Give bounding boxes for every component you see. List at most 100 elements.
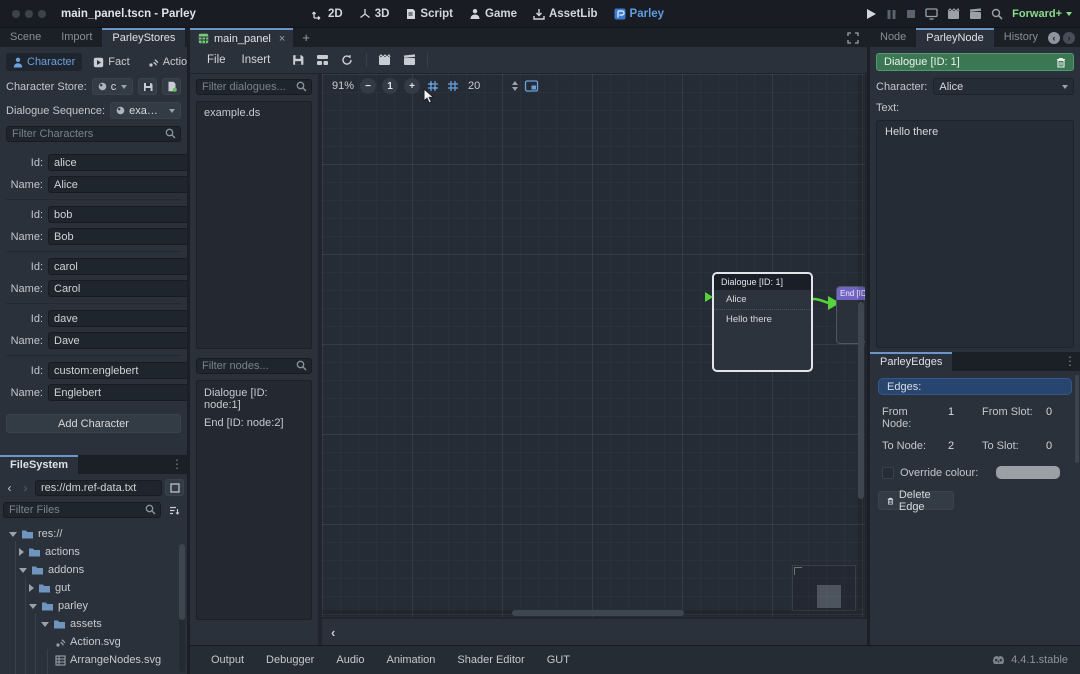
history-forward-icon[interactable]: › (19, 481, 32, 495)
refresh-button[interactable] (336, 52, 358, 68)
tab-parleyedges[interactable]: ParleyEdges (870, 352, 952, 371)
dialogue-text-area[interactable]: Hello there (876, 120, 1074, 348)
play-button[interactable] (865, 8, 877, 20)
tab-parleynode[interactable]: ParleyNode (916, 28, 993, 47)
save-dialogue-button[interactable] (287, 52, 309, 68)
dialogue-graph-node[interactable]: Dialogue [ID: 1] Alice Hello there (712, 272, 813, 372)
character-name-field[interactable] (48, 228, 202, 245)
tab-history[interactable]: History (994, 28, 1048, 47)
window-maximize-dot[interactable] (38, 10, 46, 18)
dialogue-node-title[interactable]: Dialogue [ID: 1] (714, 274, 811, 290)
menu-2d[interactable]: 2D (312, 8, 343, 20)
collapse-arrow-icon[interactable] (29, 604, 37, 609)
current-path-field[interactable] (35, 480, 162, 496)
window-close-dot[interactable] (12, 10, 20, 18)
character-id-field[interactable] (48, 154, 202, 171)
graph-horizontal-scrollbar[interactable] (322, 610, 865, 616)
character-name-field[interactable] (48, 280, 202, 297)
split-view-button[interactable] (165, 479, 184, 496)
bottom-tab-shader-editor[interactable]: Shader Editor (448, 651, 533, 669)
character-store-button[interactable]: Character (6, 53, 82, 71)
add-character-button[interactable]: Add Character (6, 414, 181, 433)
bottom-tab-output[interactable]: Output (202, 651, 253, 669)
character-name-field[interactable] (48, 384, 202, 401)
insert-menu[interactable]: Insert (235, 52, 278, 68)
expand-arrow-icon[interactable] (29, 584, 34, 592)
menu-3d[interactable]: 3D (359, 8, 390, 20)
bottom-tab-audio[interactable]: Audio (327, 651, 373, 669)
graph-minimap[interactable] (792, 565, 856, 611)
bottom-tab-debugger[interactable]: Debugger (257, 651, 323, 669)
dialogue-file-item[interactable]: example.ds (204, 107, 304, 119)
bottom-tab-animation[interactable]: Animation (378, 651, 445, 669)
edges-section-header[interactable]: Edges: (878, 378, 1072, 395)
new-tab-button[interactable]: + (293, 28, 319, 47)
tab-filesystem[interactable]: FileSystem (0, 455, 78, 474)
menu-script[interactable]: Script (405, 8, 453, 20)
tab-node[interactable]: Node (870, 28, 916, 47)
movie-clapper-icon[interactable] (969, 8, 982, 20)
collapse-arrow-icon[interactable] (41, 622, 49, 627)
collapse-sidebar-icon[interactable]: ‹ (322, 625, 344, 640)
tab-scene[interactable]: Scene (0, 28, 51, 47)
expand-panel-icon[interactable] (847, 32, 859, 44)
minimap-viewport[interactable] (817, 585, 841, 608)
window-minimize-dot[interactable] (25, 10, 33, 18)
collapse-arrow-icon[interactable] (9, 532, 17, 537)
arrange-nodes-button[interactable] (311, 52, 334, 68)
renderer-dropdown[interactable]: Forward+ (1012, 8, 1072, 20)
close-tab-icon[interactable]: × (279, 33, 285, 45)
new-script-button[interactable] (162, 78, 181, 95)
file-menu[interactable]: File (200, 52, 233, 68)
tree-row-actions[interactable]: actions (3, 543, 184, 561)
menu-assetlib[interactable]: AssetLib (533, 8, 598, 20)
dialogue-sequence-dropdown[interactable]: example. (110, 102, 181, 119)
tree-row-res[interactable]: res:// (3, 525, 184, 543)
delete-edge-button[interactable]: Delete Edge (878, 491, 954, 510)
character-id-field[interactable] (48, 310, 202, 327)
test-dialogue-from-start-button[interactable] (398, 52, 421, 68)
character-id-field[interactable] (48, 206, 202, 223)
sort-files-button[interactable] (165, 502, 184, 519)
graph-canvas[interactable]: 91% − 1 + 20 Dialogue [ID: 1 (322, 74, 865, 617)
movie-maker-icon[interactable] (947, 8, 960, 20)
node-list-item[interactable]: End [ID: node:2] (204, 417, 304, 429)
tree-row-gut[interactable]: gut (3, 579, 184, 597)
character-id-field[interactable] (48, 258, 202, 275)
tab-parleystores[interactable]: ParleyStores (102, 28, 185, 47)
expand-arrow-icon[interactable] (19, 548, 24, 556)
object-history-back-icon[interactable]: ‹ (1048, 32, 1060, 44)
character-select-dropdown[interactable]: Alice (933, 78, 1074, 95)
object-history-forward-icon[interactable]: › (1063, 32, 1075, 44)
history-back-icon[interactable]: ‹ (3, 481, 16, 495)
character-name-field[interactable] (48, 176, 202, 193)
override-colour-checkbox[interactable] (882, 467, 894, 479)
collapse-arrow-icon[interactable] (19, 568, 27, 573)
dock-menu-icon[interactable]: ⋮ (1060, 352, 1080, 371)
test-dialogue-button[interactable] (373, 52, 396, 68)
character-store-dropdown[interactable]: cha (92, 78, 133, 95)
filter-files-input[interactable] (3, 502, 161, 518)
stop-button[interactable] (906, 9, 916, 19)
remote-debug-icon[interactable] (925, 8, 938, 20)
menu-game[interactable]: Game (469, 8, 517, 20)
character-id-field[interactable] (48, 362, 202, 379)
tree-row-assets[interactable]: assets (3, 615, 184, 633)
tab-import[interactable]: Import (51, 28, 102, 47)
tree-row-action-svg[interactable]: Action.svg (3, 633, 184, 651)
filter-nodes-input[interactable] (196, 358, 312, 374)
tree-row-parley[interactable]: parley (3, 597, 184, 615)
delete-node-button[interactable] (1056, 56, 1066, 68)
pause-button[interactable] (886, 9, 897, 20)
node-list-item[interactable]: Dialogue [ID: node:1] (204, 387, 304, 411)
menu-parley[interactable]: Parley (614, 8, 665, 20)
tree-row-arrangenodes-svg[interactable]: ArrangeNodes.svg (3, 651, 184, 669)
filter-characters-input[interactable] (6, 126, 181, 142)
profiler-icon[interactable] (991, 8, 1003, 20)
character-name-field[interactable] (48, 332, 202, 349)
fact-store-button[interactable]: Fact (86, 53, 136, 71)
tree-row-addons[interactable]: addons (3, 561, 184, 579)
save-store-button[interactable] (138, 78, 157, 95)
scene-tab-main-panel[interactable]: main_panel × (190, 28, 293, 47)
colour-swatch[interactable] (996, 466, 1060, 479)
